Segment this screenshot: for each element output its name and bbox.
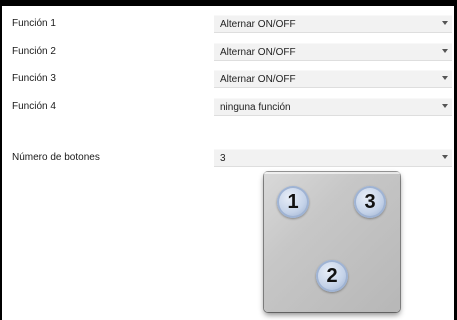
function-2-row: Función 2 Alternar ON/OFF <box>2 43 454 61</box>
chevron-down-icon <box>442 49 448 53</box>
function-1-select[interactable]: Alternar ON/OFF <box>214 15 452 33</box>
chevron-down-icon <box>442 155 448 159</box>
button-count-value: 3 <box>220 153 226 164</box>
function-2-select[interactable]: Alternar ON/OFF <box>214 43 452 61</box>
function-4-value: ninguna función <box>220 102 291 113</box>
function-1-label: Función 1 <box>12 18 56 29</box>
function-1-row: Función 1 Alternar ON/OFF <box>2 15 454 33</box>
function-4-select[interactable]: ninguna función <box>214 98 452 116</box>
pad-button-3: 3 <box>354 186 386 218</box>
function-4-label: Función 4 <box>12 101 56 112</box>
chevron-down-icon <box>442 21 448 25</box>
pad-button-2: 2 <box>316 260 348 292</box>
chevron-down-icon <box>442 76 448 80</box>
function-4-row: Función 4 ninguna función <box>2 98 454 116</box>
push-button-preview: 1 3 2 <box>264 172 400 312</box>
pad-button-1: 1 <box>277 186 309 218</box>
function-3-select[interactable]: Alternar ON/OFF <box>214 70 452 88</box>
function-3-row: Función 3 Alternar ON/OFF <box>2 70 454 88</box>
function-2-value: Alternar ON/OFF <box>220 47 296 58</box>
function-3-value: Alternar ON/OFF <box>220 74 296 85</box>
button-count-label: Número de botones <box>12 152 100 163</box>
chevron-down-icon <box>442 104 448 108</box>
function-2-label: Función 2 <box>12 46 56 57</box>
button-count-select[interactable]: 3 <box>214 149 452 167</box>
function-3-label: Función 3 <box>12 73 56 84</box>
settings-panel: Función 1 Alternar ON/OFF Función 2 Alte… <box>2 6 454 320</box>
button-count-row: Número de botones 3 <box>2 149 454 167</box>
function-1-value: Alternar ON/OFF <box>220 19 296 30</box>
